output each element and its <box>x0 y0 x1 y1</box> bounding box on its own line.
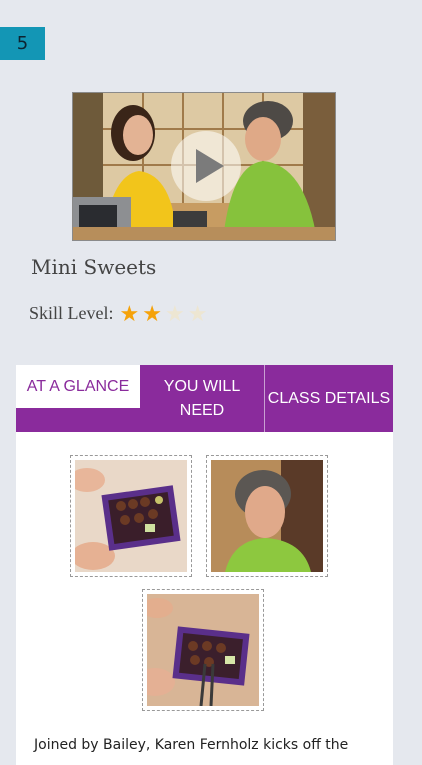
star-icon: ★ <box>187 300 208 326</box>
lesson-info-panel: AT A GLANCE YOU WILL NEED CLASS DETAILS <box>16 365 393 765</box>
star-icon: ★ <box>142 300 162 326</box>
instructor-image <box>211 460 323 572</box>
star-icon: ★ <box>119 300 140 326</box>
chocolate-box-tweezers-image <box>147 594 259 706</box>
skill-rating: ★ ★ ★ ★ <box>119 300 211 326</box>
gallery-image-chocolate-box[interactable] <box>70 455 192 577</box>
lesson-title: Mini Sweets <box>31 255 157 279</box>
tab-you-will-need[interactable]: YOU WILL NEED <box>140 365 265 432</box>
skill-level-label: Skill Level: <box>29 303 114 323</box>
lesson-number-badge: 5 <box>0 27 45 60</box>
tab-class-details[interactable]: CLASS DETAILS <box>265 365 393 432</box>
lesson-description: Joined by Bailey, Karen Fernholz kicks o… <box>34 737 349 753</box>
gallery-image-instructor[interactable] <box>206 455 328 577</box>
tab-at-a-glance[interactable]: AT A GLANCE <box>16 365 140 408</box>
skill-level: Skill Level: ★ ★ ★ ★ <box>29 300 211 326</box>
gallery-image-chocolate-box-tweezers[interactable] <box>142 589 264 711</box>
play-icon <box>196 149 224 183</box>
chocolate-box-image <box>75 460 187 572</box>
star-icon: ★ <box>164 300 185 326</box>
play-button[interactable] <box>171 131 241 201</box>
tab-bar: AT A GLANCE YOU WILL NEED CLASS DETAILS <box>16 365 393 432</box>
video-player[interactable] <box>72 92 336 241</box>
